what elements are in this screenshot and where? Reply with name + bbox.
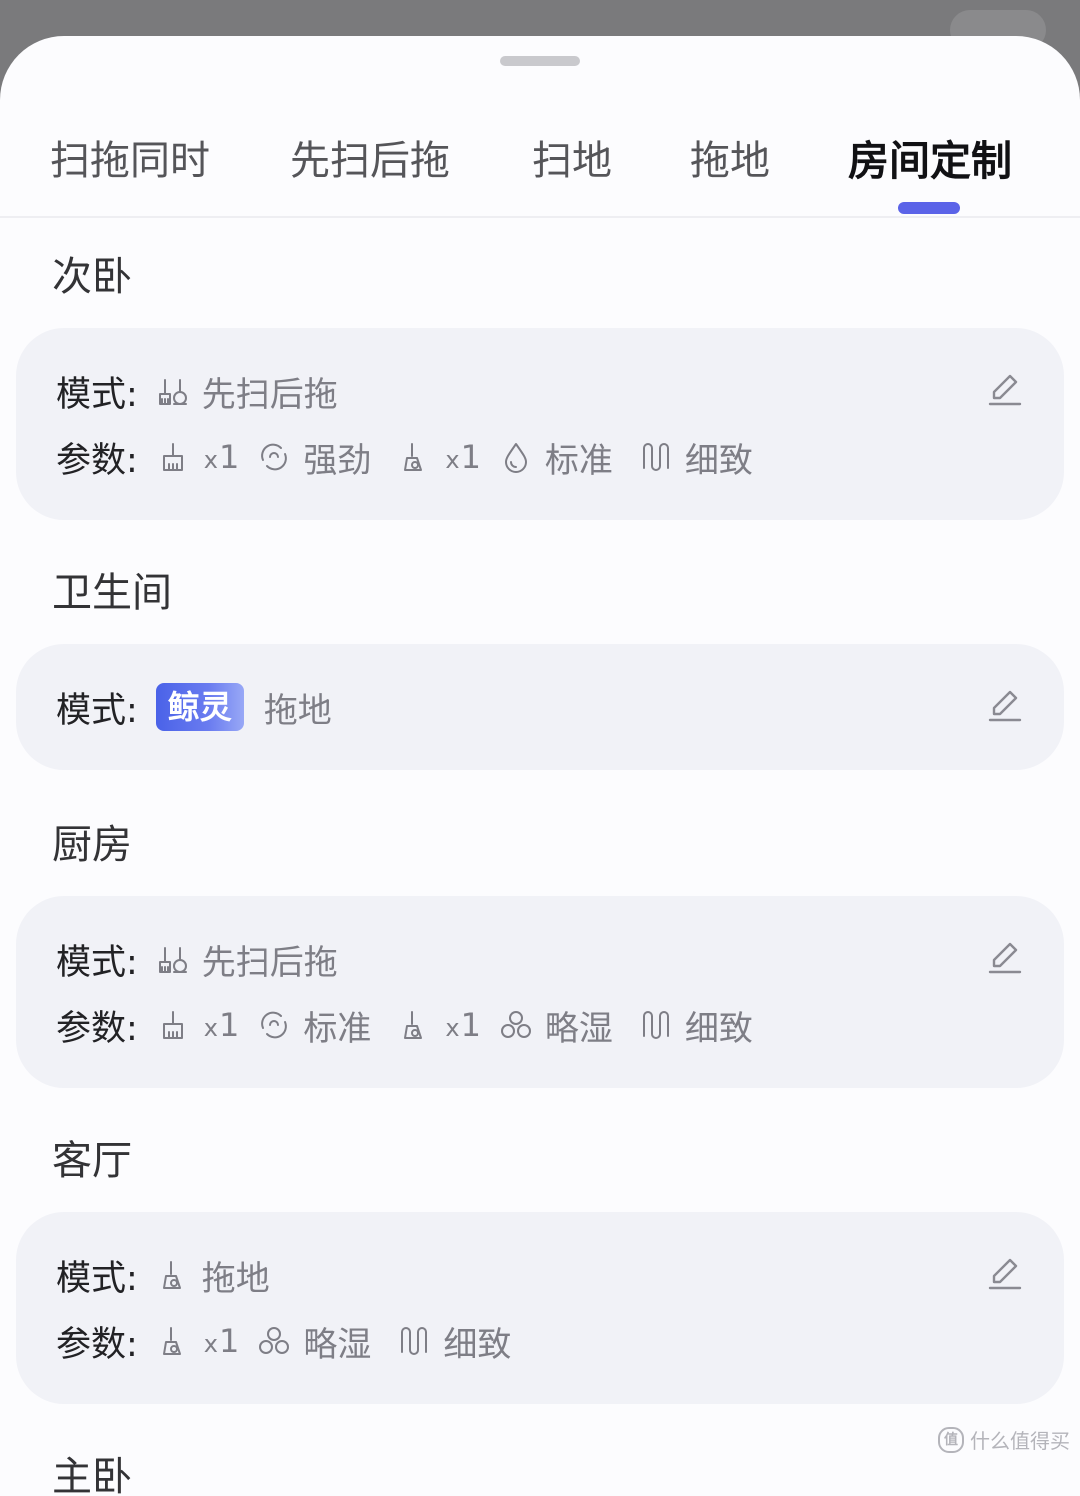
room-title: 主卧 (52, 1454, 132, 1496)
route-value: 细致 (684, 1008, 753, 1049)
tab-sweep-then-mop[interactable]: 先扫后拖 (290, 136, 450, 186)
ai-mode-badge: 鲸灵 (155, 683, 244, 731)
water-drops-icon (259, 1327, 290, 1354)
mop-icon (162, 1261, 181, 1289)
broom-icon (162, 443, 183, 471)
watermark-logo: 值 (938, 1426, 964, 1453)
bottom-sheet: 扫拖同时 先扫后拖 扫地 拖地 房间定制 次卧 模式: 先扫后拖 参数: x1 … (0, 36, 1080, 1496)
route-value: 细致 (684, 440, 753, 481)
suction-swirl-icon (261, 443, 288, 471)
route-icon (642, 443, 669, 471)
drag-handle[interactable] (500, 56, 580, 66)
mop-icon (404, 1011, 423, 1039)
water-drops-icon (500, 1011, 531, 1038)
broom-icon (162, 1011, 183, 1039)
room-title: 客厅 (52, 1138, 132, 1184)
tab-sweep[interactable]: 扫地 (532, 136, 612, 186)
params-row: 参数: x1 强劲 x1 标准 细致 (56, 432, 779, 482)
edit-icon[interactable] (986, 370, 1024, 410)
params-row: 参数: x1 标准 x1 略湿 细致 (56, 1000, 779, 1050)
mode-label: 模式: (56, 942, 138, 983)
mode-value: 先扫后拖 (201, 942, 338, 983)
sweep-count: x1 (203, 438, 240, 476)
edit-icon[interactable] (986, 686, 1024, 726)
route-icon (642, 1011, 669, 1039)
mop-icon (404, 443, 423, 471)
suction-value: 强劲 (303, 440, 372, 481)
mode-label: 模式: (56, 374, 138, 415)
tab-room-custom[interactable]: 房间定制 (848, 136, 1012, 186)
mode-label: 模式: (56, 690, 138, 731)
sweep-mop-icon (158, 947, 187, 973)
room-card[interactable]: 模式: 先扫后拖 参数: x1 强劲 x1 标准 细致 (16, 328, 1064, 520)
mode-value: 拖地 (263, 690, 332, 731)
edit-icon[interactable] (986, 938, 1024, 978)
params-row: 参数: x1 略湿 细致 (56, 1316, 537, 1366)
watermark: 值 什么值得买 (938, 1425, 1070, 1454)
mode-label: 模式: (56, 1258, 138, 1299)
room-card[interactable]: 模式: 拖地 参数: x1 略湿 细致 (16, 1212, 1064, 1404)
room-card[interactable]: 模式: 先扫后拖 参数: x1 标准 x1 略湿 细致 (16, 896, 1064, 1088)
mop-icon (162, 1327, 181, 1355)
room-title: 厨房 (52, 822, 132, 868)
mode-value: 拖地 (201, 1258, 270, 1299)
room-title: 卫生间 (52, 570, 172, 616)
tab-sweep-and-mop[interactable]: 扫拖同时 (50, 136, 210, 186)
mode-row: 模式: 先扫后拖 (56, 934, 364, 984)
params-label: 参数: (56, 1324, 138, 1365)
mode-tabs: 扫拖同时 先扫后拖 扫地 拖地 房间定制 (0, 126, 1080, 218)
route-value: 细致 (443, 1324, 512, 1365)
active-tab-indicator (898, 202, 960, 214)
water-value: 略湿 (303, 1324, 372, 1365)
room-card[interactable]: 模式: 鲸灵 拖地 (16, 644, 1064, 770)
sweep-count: x1 (203, 1006, 240, 1044)
tab-mop[interactable]: 拖地 (690, 136, 770, 186)
room-title: 次卧 (52, 254, 132, 300)
water-drop-icon (504, 443, 527, 473)
mode-row: 模式: 拖地 (56, 1250, 296, 1300)
mop-count: x1 (203, 1322, 240, 1360)
suction-swirl-icon (261, 1011, 288, 1039)
mode-row: 模式: 鲸灵 拖地 (56, 682, 358, 732)
mode-row: 模式: 先扫后拖 (56, 366, 364, 416)
route-icon (401, 1327, 428, 1355)
sweep-mop-icon (158, 379, 187, 405)
mode-value: 先扫后拖 (201, 374, 338, 415)
params-label: 参数: (56, 440, 138, 481)
params-label: 参数: (56, 1008, 138, 1049)
water-value: 标准 (544, 440, 613, 481)
mop-count: x1 (445, 438, 481, 476)
edit-icon[interactable] (986, 1254, 1024, 1294)
suction-value: 标准 (303, 1008, 372, 1049)
mop-count: x1 (445, 1006, 481, 1044)
watermark-text: 什么值得买 (970, 1429, 1070, 1453)
water-value: 略湿 (544, 1008, 613, 1049)
